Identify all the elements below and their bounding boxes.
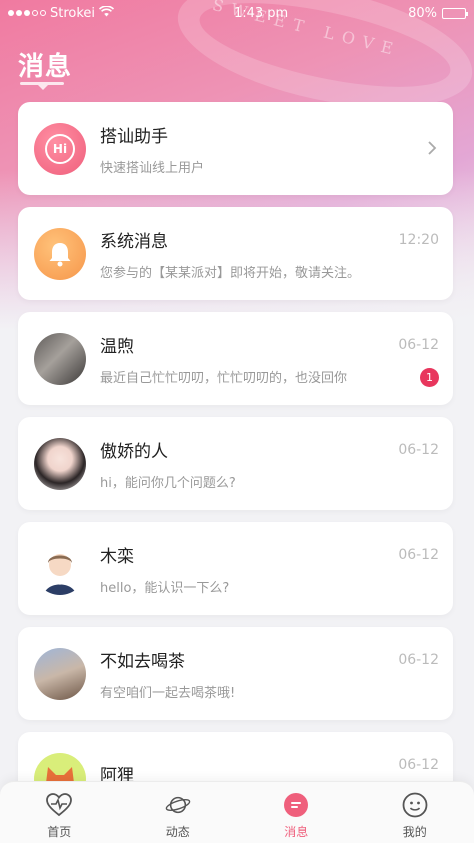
tab-moments[interactable]: 动态 xyxy=(119,782,238,843)
tab-home-label: 首页 xyxy=(47,825,72,839)
smiley-icon xyxy=(402,792,428,818)
tab-home[interactable]: 首页 xyxy=(0,782,119,843)
unread-badge: 1 xyxy=(420,368,439,387)
conversation-item[interactable]: 系统消息 您参与的【某某派对】即将开始，敬请关注。 12:20 xyxy=(18,207,453,300)
conversation-time: 06-12 xyxy=(398,442,439,458)
message-icon xyxy=(283,792,309,818)
assistant-card[interactable]: Hi 搭讪助手 快速搭讪线上用户 xyxy=(18,102,453,195)
title-underline xyxy=(20,82,64,90)
tab-messages[interactable]: 消息 xyxy=(237,782,356,843)
tab-profile-label: 我的 xyxy=(402,825,427,839)
avatar xyxy=(34,542,86,595)
assistant-subtitle: 快速搭讪线上用户 xyxy=(100,160,205,176)
conversation-preview: 最近自己忙忙叨叨，忙忙叨叨的，也没回你 xyxy=(100,370,348,386)
avatar xyxy=(34,332,86,385)
conversation-time: 06-12 xyxy=(398,547,439,563)
conversation-time: 06-12 xyxy=(398,337,439,353)
bell-icon xyxy=(34,227,86,280)
heartbeat-icon xyxy=(46,792,73,818)
hi-icon: Hi xyxy=(34,122,86,175)
conversation-time: 06-12 xyxy=(398,757,439,773)
tab-profile[interactable]: 我的 xyxy=(356,782,474,843)
conversation-item[interactable]: 木栾 hello，能认识一下么? 06-12 xyxy=(18,522,453,615)
conversation-preview: hello，能认识一下么? xyxy=(100,580,230,596)
tab-bar: 首页 动态 消息 我的 xyxy=(0,781,474,843)
signal-icon xyxy=(8,10,46,16)
battery-percent: 80% xyxy=(408,5,437,21)
tab-moments-label: 动态 xyxy=(165,825,190,839)
assistant-name: 搭讪助手 xyxy=(100,126,168,147)
conversation-item[interactable]: 温煦 最近自己忙忙叨叨，忙忙叨叨的，也没回你 06-12 1 xyxy=(18,312,453,405)
conversation-name: 温煦 xyxy=(100,336,134,357)
battery-icon xyxy=(441,7,468,19)
status-bar: Strokei 1:43 pm 80% xyxy=(0,0,474,26)
conversation-preview: hi，能问你几个问题么? xyxy=(100,475,236,491)
planet-icon xyxy=(165,792,191,818)
conversation-item[interactable]: 不如去喝茶 有空咱们一起去喝茶哦! 06-12 xyxy=(18,627,453,720)
carrier-label: Strokei xyxy=(50,5,96,21)
tab-messages-label: 消息 xyxy=(284,825,309,839)
conversation-name: 傲娇的人 xyxy=(100,441,168,462)
chevron-right-icon xyxy=(427,140,437,160)
conversation-item[interactable]: 傲娇的人 hi，能问你几个问题么? 06-12 xyxy=(18,417,453,510)
conversation-name: 系统消息 xyxy=(100,231,168,252)
conversation-preview: 有空咱们一起去喝茶哦! xyxy=(100,685,236,701)
avatar xyxy=(34,437,86,490)
avatar xyxy=(34,647,86,700)
conversation-preview: 您参与的【某某派对】即将开始，敬请关注。 xyxy=(100,265,361,281)
wifi-icon xyxy=(98,4,115,21)
page-title: 消息 xyxy=(18,52,73,82)
clock: 1:43 pm xyxy=(233,5,289,21)
conversation-time: 06-12 xyxy=(398,652,439,668)
message-list: Hi 搭讪助手 快速搭讪线上用户 系统消息 您参与的【某某派对】即将开始，敬请关… xyxy=(18,102,453,837)
conversation-name: 不如去喝茶 xyxy=(100,651,185,672)
conversation-time: 12:20 xyxy=(398,232,439,248)
conversation-name: 木栾 xyxy=(100,546,134,567)
